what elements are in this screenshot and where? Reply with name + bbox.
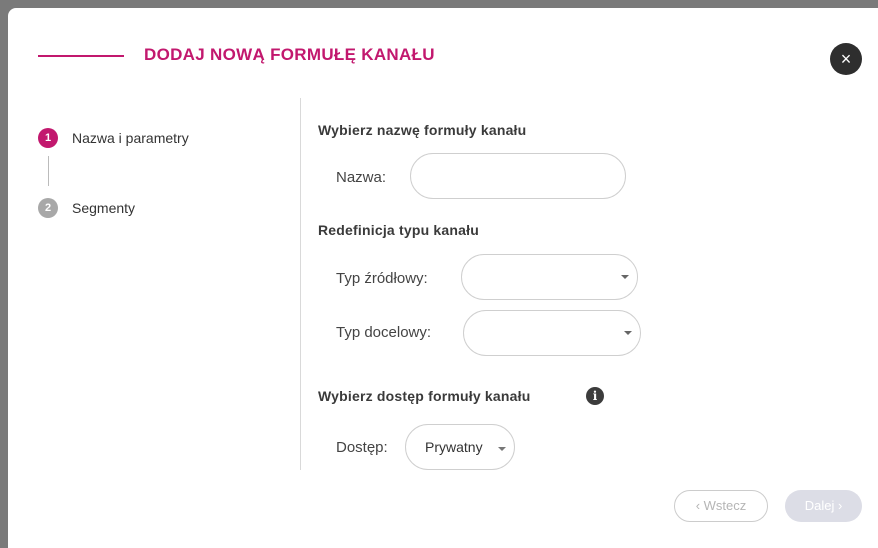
name-label: Nazwa: [336,169,387,186]
step-label: Segmenty [72,200,136,216]
step-number-badge: 2 [38,198,58,218]
source-type-select[interactable] [461,254,638,300]
chevron-down-icon [498,447,506,451]
step-segments[interactable]: 2 Segmenty [38,198,135,218]
chevron-down-icon [624,331,632,335]
name-input[interactable] [410,153,626,199]
vertical-divider [300,98,301,470]
access-selected-value: Prywatny [425,439,483,455]
access-section-title: Wybierz dostęp formuły kanału [318,388,531,404]
access-select[interactable]: Prywatny [405,424,515,470]
name-section-title: Wybierz nazwę formuły kanału [318,122,527,138]
target-type-label: Typ docelowy: [336,324,432,341]
type-section-title: Redefinicja typu kanału [318,222,479,238]
back-button[interactable]: ‹ Wstecz [674,490,768,522]
info-icon[interactable]: i [586,387,604,405]
header-accent-line [38,55,124,57]
step-connector [48,156,49,186]
step-name-and-params[interactable]: 1 Nazwa i parametry [38,128,189,148]
step-number-badge: 1 [38,128,58,148]
target-type-select[interactable] [463,310,641,356]
chevron-down-icon [621,275,629,279]
step-label: Nazwa i parametry [72,130,189,146]
close-icon: × [840,49,852,69]
modal-title: DODAJ NOWĄ FORMUŁĘ KANAŁU [144,45,435,64]
access-label: Dostęp: [336,439,388,456]
close-button[interactable]: × [830,43,862,75]
add-channel-formula-modal: DODAJ NOWĄ FORMUŁĘ KANAŁU × 1 Nazwa i pa… [8,8,878,548]
source-type-label: Typ źródłowy: [336,270,428,287]
next-button[interactable]: Dalej › [785,490,862,522]
